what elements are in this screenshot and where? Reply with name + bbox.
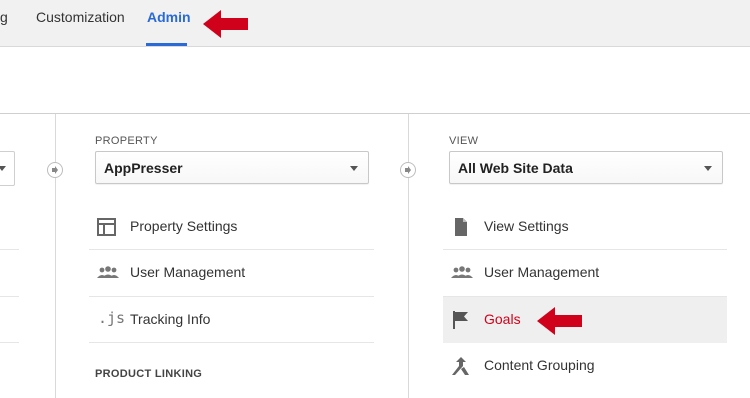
tab-customization[interactable]: Customization xyxy=(36,9,125,25)
view-user-management-label: User Management xyxy=(484,264,600,280)
top-nav: g Customization Admin xyxy=(0,0,750,47)
chevron-down-icon xyxy=(350,166,358,171)
goals-label: Goals xyxy=(484,311,521,327)
property-select-value: AppPresser xyxy=(104,160,183,176)
document-icon xyxy=(455,218,467,236)
property-user-management-label: User Management xyxy=(130,264,246,280)
annotation-arrow-admin xyxy=(203,10,248,38)
view-settings-item[interactable]: View Settings xyxy=(443,204,727,250)
view-heading: VIEW xyxy=(449,135,479,147)
divider xyxy=(89,342,374,343)
users-icon xyxy=(451,266,473,278)
property-settings-item[interactable]: Property Settings xyxy=(89,204,374,250)
goals-item[interactable]: Goals xyxy=(443,297,727,343)
flag-icon xyxy=(453,311,468,329)
column-connector xyxy=(55,114,56,398)
divider xyxy=(0,342,19,343)
arrow-right-circle-icon xyxy=(47,162,63,178)
js-icon: .js xyxy=(98,309,126,327)
annotation-arrow-goals xyxy=(537,307,582,335)
arrow-right-circle-icon xyxy=(400,162,416,178)
content-grouping-item[interactable]: Content Grouping xyxy=(443,343,727,389)
account-select-partial[interactable] xyxy=(0,151,15,186)
property-settings-icon xyxy=(97,218,116,236)
tab-reporting-partial[interactable]: g xyxy=(0,9,8,25)
view-select[interactable]: All Web Site Data xyxy=(449,151,723,184)
product-linking-heading: PRODUCT LINKING xyxy=(95,368,203,380)
chevron-down-icon xyxy=(704,166,712,171)
chevron-down-icon xyxy=(0,166,6,171)
view-select-value: All Web Site Data xyxy=(458,160,573,176)
content-grouping-label: Content Grouping xyxy=(484,357,595,373)
divider xyxy=(0,249,19,250)
active-tab-indicator xyxy=(146,43,187,46)
tab-admin[interactable]: Admin xyxy=(147,9,191,25)
content-grouping-icon xyxy=(452,357,469,375)
property-settings-label: Property Settings xyxy=(130,218,238,234)
divider xyxy=(0,296,19,297)
column-connector xyxy=(408,114,409,398)
content-divider xyxy=(0,113,750,114)
users-icon xyxy=(97,266,119,278)
view-settings-label: View Settings xyxy=(484,218,569,234)
property-user-management-item[interactable]: User Management xyxy=(89,250,374,296)
tracking-info-item[interactable]: .js Tracking Info xyxy=(89,297,374,343)
tracking-info-label: Tracking Info xyxy=(130,311,211,327)
property-select[interactable]: AppPresser xyxy=(95,151,369,184)
view-user-management-item[interactable]: User Management xyxy=(443,250,727,296)
property-heading: PROPERTY xyxy=(95,135,158,147)
